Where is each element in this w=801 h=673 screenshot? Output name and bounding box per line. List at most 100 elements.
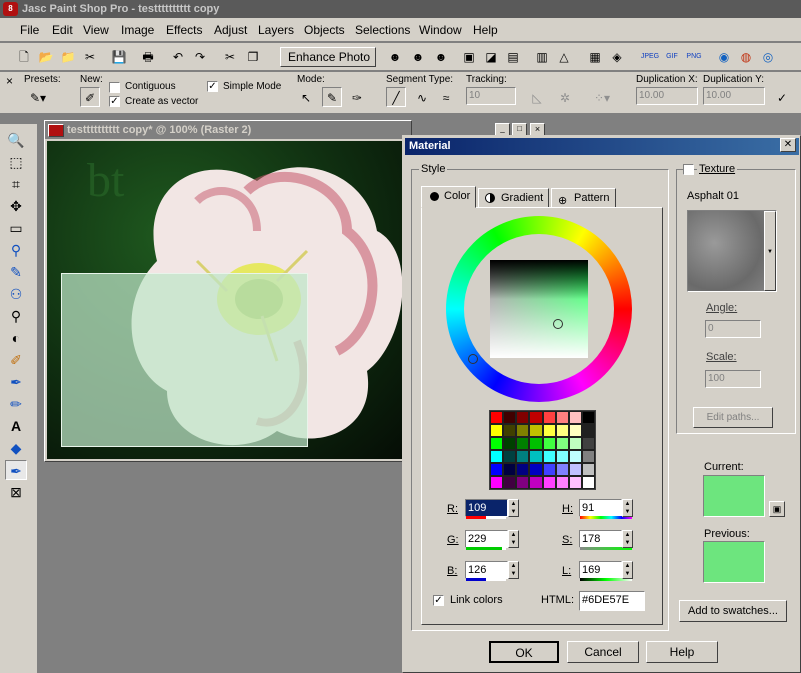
g-slider[interactable] [466, 547, 506, 550]
draw-mode-icon[interactable]: ✎ [322, 87, 342, 107]
undo-icon[interactable]: ↶ [168, 47, 188, 67]
selection-rectangle[interactable] [61, 273, 308, 447]
preview-icon[interactable]: ◍ [736, 47, 756, 67]
swatch-cell[interactable] [581, 463, 595, 476]
swatch-cell[interactable] [516, 424, 530, 437]
swatch-cell[interactable] [503, 450, 517, 463]
swatch-cell[interactable] [529, 437, 543, 450]
g-input[interactable]: 229 [465, 530, 508, 548]
save-icon[interactable]: 💾 [109, 47, 129, 67]
create-vector-checkbox[interactable]: ✓ [109, 96, 120, 107]
color-swatch-grid[interactable] [489, 410, 596, 490]
tab-pattern[interactable]: ⊕ Pattern [551, 188, 616, 208]
swatch-cell[interactable] [555, 463, 569, 476]
swatch-cell[interactable] [490, 476, 504, 489]
image-canvas[interactable]: bt [47, 141, 407, 459]
swatch-cell[interactable] [542, 411, 556, 424]
contiguous-checkbox[interactable] [109, 82, 120, 93]
swatch-cell[interactable] [542, 437, 556, 450]
swatch-cell[interactable] [568, 476, 582, 489]
swatch-cell[interactable] [503, 424, 517, 437]
tab-color[interactable]: Color [421, 186, 476, 208]
globe-icon[interactable]: ◉ [714, 47, 734, 67]
fill-tool-icon[interactable]: ✒ [5, 372, 27, 392]
b-input[interactable]: 126 [465, 561, 508, 579]
tab-gradient[interactable]: Gradient [478, 188, 549, 208]
zoom-tool-icon[interactable]: 🔍 [5, 130, 27, 150]
red-eye-icon[interactable]: ☻ [385, 47, 405, 67]
swatch-cell[interactable] [568, 424, 582, 437]
picture-tube-icon[interactable]: ✏ [5, 394, 27, 414]
swatch-cell[interactable] [516, 450, 530, 463]
swatch-cell[interactable] [581, 450, 595, 463]
cube-icon[interactable]: ◈ [607, 47, 627, 67]
menu-adjust[interactable]: Adjust [214, 23, 247, 37]
g-spin-icon[interactable]: ▲ ▼ [508, 530, 519, 548]
swatch-cell[interactable] [529, 411, 543, 424]
l-input[interactable]: 169 [579, 561, 622, 579]
copy-icon[interactable]: ❐ [243, 47, 263, 67]
swatch-cell[interactable] [490, 424, 504, 437]
help-button[interactable]: Help [646, 641, 718, 663]
tracking-spinner[interactable]: 10 [466, 87, 516, 105]
histogram-icon[interactable]: ▣ [459, 47, 479, 67]
swatch-cell[interactable] [503, 411, 517, 424]
swatch-cell[interactable] [516, 463, 530, 476]
triangle-icon[interactable]: △ [554, 47, 574, 67]
curve-segment-icon[interactable]: ∿ [412, 88, 432, 108]
swatch-cell[interactable] [503, 476, 517, 489]
brush-tool-icon[interactable]: ✎ [5, 262, 27, 282]
h-spin-icon[interactable]: ▲ ▼ [622, 499, 633, 517]
r-slider[interactable] [466, 516, 506, 519]
line-segment-icon[interactable]: ╱ [386, 87, 406, 107]
preset-shape-icon[interactable]: ◆ [5, 438, 27, 458]
swatch-cell[interactable] [555, 450, 569, 463]
scale-spinner[interactable]: 100 [705, 370, 761, 388]
open-file-icon[interactable]: 📂 [36, 47, 56, 67]
redo-icon[interactable]: ↷ [190, 47, 210, 67]
previous-color-swatch[interactable] [703, 541, 765, 583]
graph-icon[interactable]: ▥ [532, 47, 552, 67]
pen-tool-icon[interactable]: ✒ [5, 460, 27, 480]
clone-tool-icon[interactable]: ⚇ [5, 284, 27, 304]
dropper-tool-icon[interactable]: ⚲ [5, 240, 27, 260]
menu-window[interactable]: Window [419, 23, 462, 37]
r-spin-up-icon[interactable]: ▲ ▼ [508, 499, 519, 517]
s-spin-icon[interactable]: ▲ ▼ [622, 530, 633, 548]
sl-picker-icon[interactable] [553, 319, 563, 329]
h-input[interactable]: 91 [579, 499, 622, 517]
clone-icon[interactable]: ☻ [431, 47, 451, 67]
swatch-cell[interactable] [555, 437, 569, 450]
presets-dropdown-icon[interactable]: ✎▾ [28, 88, 48, 108]
dodge-tool-icon[interactable]: ◐ [5, 328, 27, 348]
object-selector-icon[interactable]: ⊠ [5, 482, 27, 502]
print-icon[interactable]: 🖶 [138, 47, 158, 67]
swatch-cell[interactable] [555, 476, 569, 489]
scan-icon[interactable]: ✂ [80, 47, 100, 67]
link-colors-checkbox[interactable]: ✓ [433, 595, 444, 606]
swatch-cell[interactable] [542, 463, 556, 476]
new-file-icon[interactable]: 🗋 [14, 47, 34, 67]
edit-mode-icon[interactable]: ↖ [296, 88, 316, 108]
swatch-cell[interactable] [581, 424, 595, 437]
swatch-cell[interactable] [568, 450, 582, 463]
hue-picker-icon[interactable] [468, 354, 478, 364]
swatch-cell[interactable] [529, 476, 543, 489]
enhance-photo-button[interactable]: Enhance Photo ▾ [280, 47, 376, 82]
levels-icon[interactable]: ▤ [503, 47, 523, 67]
swatch-cell[interactable] [555, 424, 569, 437]
retouch-icon[interactable]: ☻ [408, 47, 428, 67]
marquee-tool-icon[interactable]: ▭ [5, 218, 27, 238]
b-slider[interactable] [466, 578, 506, 581]
b-spin-icon[interactable]: ▲ ▼ [508, 561, 519, 579]
freehand-segment-icon[interactable]: ≈ [436, 88, 456, 108]
swatch-cell[interactable] [516, 411, 530, 424]
menu-file[interactable]: File [20, 23, 39, 37]
html-input[interactable]: #6DE57E [579, 591, 645, 611]
apply-icon[interactable]: ✓ [772, 88, 792, 108]
swatch-cell[interactable] [568, 411, 582, 424]
s-input[interactable]: 178 [579, 530, 622, 548]
menu-help[interactable]: Help [473, 23, 498, 37]
scratch-tool-icon[interactable]: ⚲ [5, 306, 27, 326]
r-input[interactable]: 109 [465, 499, 508, 517]
